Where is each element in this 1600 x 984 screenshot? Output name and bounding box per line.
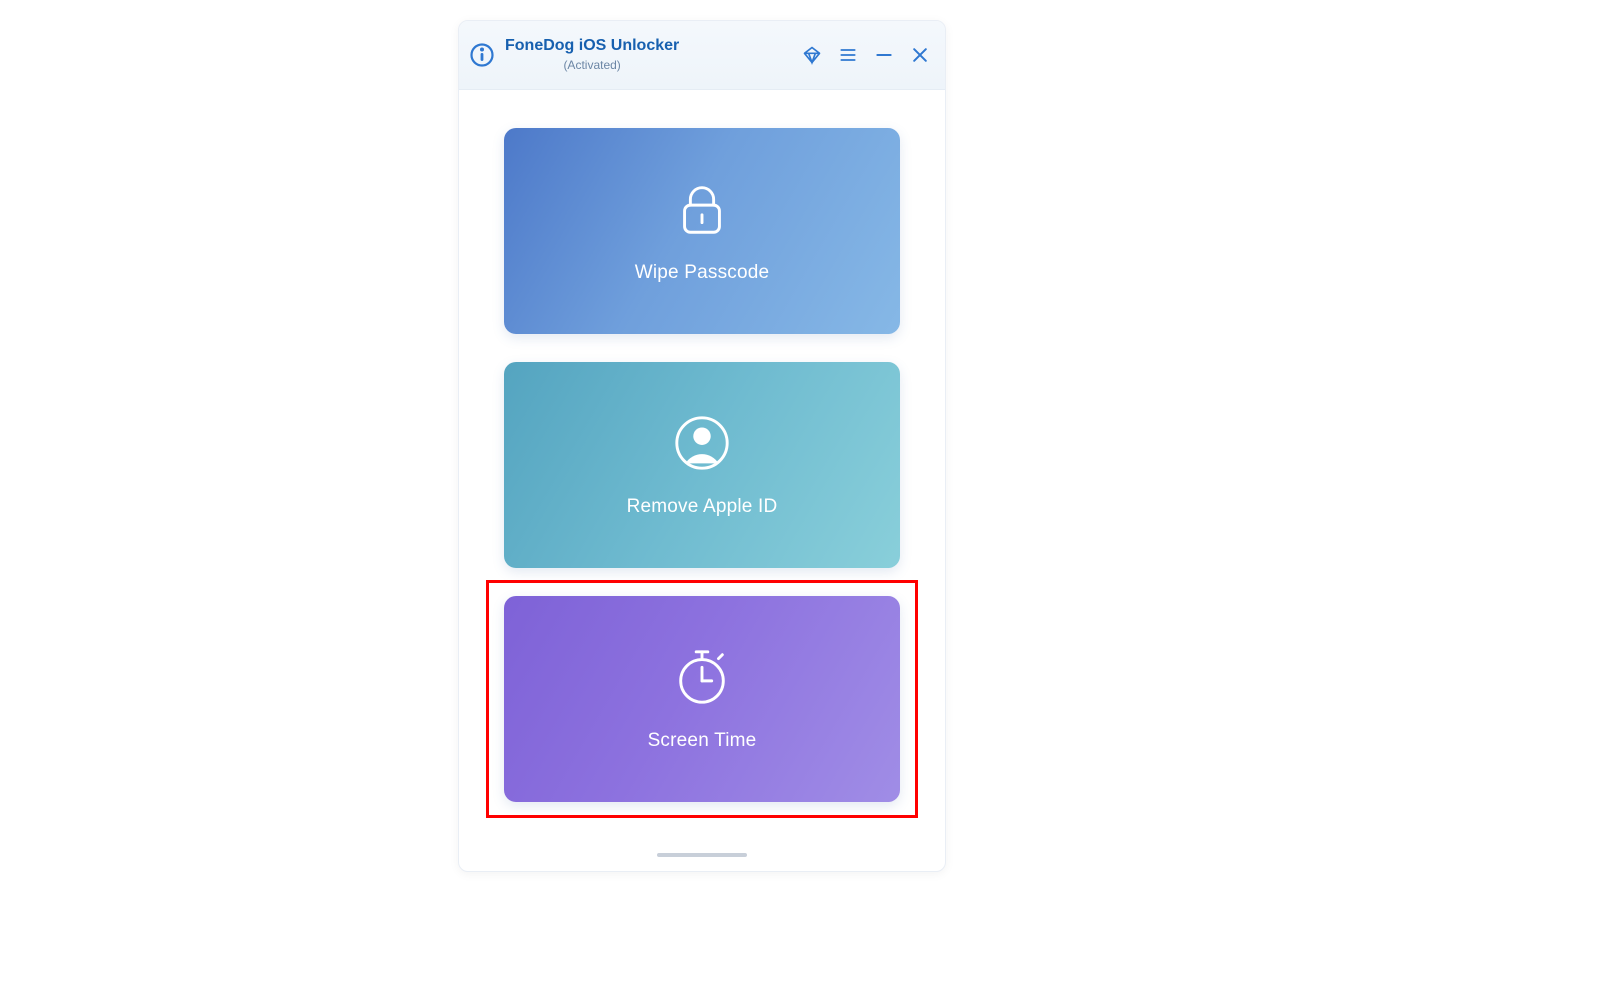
stopwatch-icon [671, 646, 733, 708]
wipe-passcode-card[interactable]: Wipe Passcode [504, 128, 900, 334]
app-title: FoneDog iOS Unlocker [505, 37, 679, 55]
user-icon [671, 412, 733, 474]
app-window: FoneDog iOS Unlocker (Activated) [458, 20, 946, 872]
app-logo-icon [469, 42, 495, 68]
titlebar: FoneDog iOS Unlocker (Activated) [459, 21, 945, 90]
app-brand: FoneDog iOS Unlocker (Activated) [469, 37, 679, 72]
app-subtitle: (Activated) [505, 59, 679, 73]
main-content: Wipe Passcode Remove Apple ID [459, 90, 945, 802]
premium-icon[interactable] [801, 44, 823, 66]
minimize-button[interactable] [873, 44, 895, 66]
remove-apple-id-label: Remove Apple ID [627, 496, 778, 518]
home-indicator [657, 853, 747, 857]
window-controls [801, 44, 931, 66]
lock-icon [671, 178, 733, 240]
menu-icon[interactable] [837, 44, 859, 66]
screen-time-label: Screen Time [648, 730, 757, 752]
close-button[interactable] [909, 44, 931, 66]
wipe-passcode-label: Wipe Passcode [635, 262, 770, 284]
screen-time-card[interactable]: Screen Time [504, 596, 900, 802]
remove-apple-id-card[interactable]: Remove Apple ID [504, 362, 900, 568]
